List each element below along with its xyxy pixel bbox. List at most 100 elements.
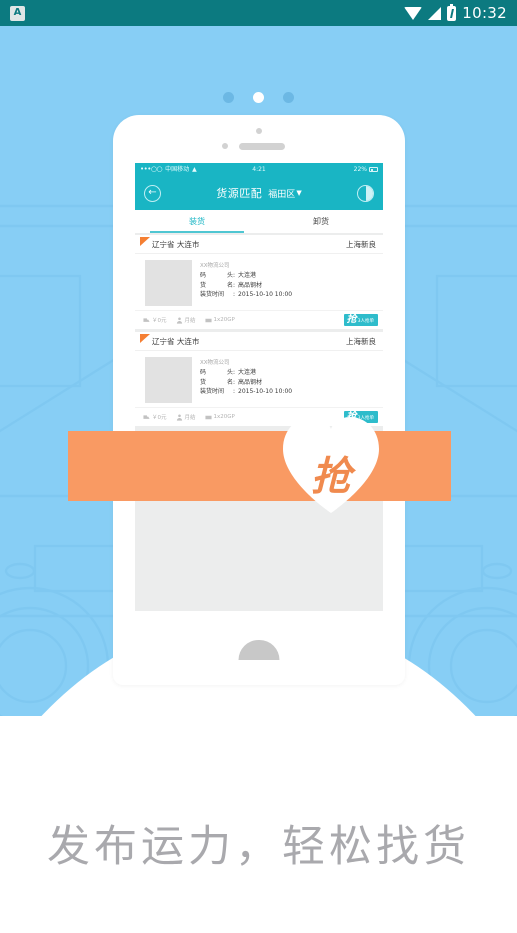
ios-status-bar: •••○○ 中国移动 ▲ 4:21 22% <box>135 163 383 176</box>
field-colon: : <box>233 369 236 376</box>
sensor-dot-icon <box>222 143 228 149</box>
onboarding-screen: A 10:32 •••○○ 中国移动 ▲ 4:21 22% ← 货源匹配 福田区… <box>0 0 517 933</box>
container-icon <box>204 318 212 322</box>
meta-container-text: 1x20GP <box>213 414 235 420</box>
field-port-value: 大连港 <box>238 369 257 376</box>
cargo-fields: XX物流公司 码 头 : 大连港 货 名: 高品钢材 装货时间: 2015-… <box>200 357 292 403</box>
field-port: 码 头 : 大连港 <box>200 272 292 279</box>
region-label: 福田区 <box>268 189 296 200</box>
promo-banner <box>68 431 451 501</box>
cargo-thumbnail <box>145 260 192 306</box>
field-goods-value: 高品钢材 <box>238 378 263 386</box>
corner-flag-icon <box>140 237 150 246</box>
page-dot-3[interactable] <box>283 92 294 103</box>
app-navbar: ← 货源匹配 福田区 ▼ <box>135 176 383 210</box>
page-indicator[interactable] <box>0 92 517 103</box>
grab-button-char: 抢 <box>346 314 357 325</box>
wifi-icon <box>404 6 423 20</box>
field-colon: : <box>233 281 236 289</box>
corner-flag-icon <box>140 334 150 343</box>
tab-unloading[interactable]: 卸货 <box>259 210 383 233</box>
phone-mockup: •••○○ 中国移动 ▲ 4:21 22% ← 货源匹配 福田区 ▼ 装货 卸货… <box>113 115 405 685</box>
meta-payment-text: 月结 <box>184 318 196 324</box>
ios-clock: 4:21 <box>252 165 266 173</box>
tagline: 发布运力，轻松找货 <box>47 822 470 872</box>
field-time: 装货时间 : 2015-10-10 10:00 <box>200 388 292 395</box>
back-arrow-icon[interactable]: ← <box>144 184 161 202</box>
page-title: 货源匹配 <box>216 187 263 200</box>
cargo-card-body: XX物流公司 码 头 : 大连港 货 名: 高品钢材 装货时间: 2015-… <box>135 351 383 407</box>
field-port-label-a: 码 <box>200 272 207 279</box>
tab-bar: 装货 卸货 <box>135 210 383 233</box>
meta-container: 1x20GP <box>204 317 235 324</box>
cargo-card[interactable]: 辽宁省 大连市 上海新良 XX物流公司 码 头 : 大连港 货 名: 高品钢材… <box>135 235 383 329</box>
route-origin: 辽宁省 大连市 <box>152 336 200 346</box>
route-origin: 辽宁省 大连市 <box>152 239 200 249</box>
field-goods: 货 名 : 高品钢材 <box>200 282 292 289</box>
status-bar-icons: 10:32 <box>404 3 507 22</box>
promo-heart: 抢 <box>279 413 383 517</box>
meta-price-text: ￥0元 <box>152 318 167 324</box>
field-colon: : <box>233 388 236 396</box>
cargo-card[interactable]: 辽宁省 大连市 上海新良 XX物流公司 码 头 : 大连港 货 名: 高品钢材… <box>135 332 383 426</box>
status-bar-clock: 10:32 <box>462 4 507 22</box>
field-goods: 货 名 : 高品钢材 <box>200 379 292 386</box>
grab-order-button[interactable]: 抢 3人抢单 <box>343 314 378 326</box>
chevron-down-icon: ▼ <box>296 189 302 197</box>
container-icon <box>204 415 212 419</box>
meta-price-text: ￥0元 <box>152 415 167 421</box>
grab-button-count: 3人抢单 <box>357 318 374 324</box>
field-goods-label-a: 货 <box>200 378 207 386</box>
cargo-card-body: XX物流公司 码 头 : 大连港 货 名: 高品钢材 装货时间: 2015-… <box>135 254 383 310</box>
field-goods-value: 高品钢材 <box>238 281 263 289</box>
field-port-label-a: 码 <box>200 369 207 376</box>
ios-battery-icon <box>369 167 378 172</box>
meta-payment: 月结 <box>176 413 196 421</box>
promo-heart-char: 抢 <box>311 454 351 500</box>
meta-payment-text: 月结 <box>184 415 196 421</box>
phone-screen: •••○○ 中国移动 ▲ 4:21 22% ← 货源匹配 福田区 ▼ 装货 卸货… <box>135 163 383 611</box>
field-port-label: 码 头 <box>200 369 233 376</box>
meta-container: 1x20GP <box>204 414 235 421</box>
field-port-value: 大连港 <box>238 272 257 279</box>
app-notification-icon: A <box>10 5 25 21</box>
field-time-value: 2015-10-10 10:00 <box>238 291 293 299</box>
field-goods-label: 货 名 <box>200 282 233 289</box>
field-goods-label: 货 名 <box>200 379 233 386</box>
truck-icon <box>143 317 150 322</box>
navbar-center: 货源匹配 福田区 ▼ <box>135 185 383 201</box>
meta-price: ￥0元 <box>143 413 167 421</box>
contrast-icon[interactable] <box>357 184 374 202</box>
region-selector[interactable]: 福田区 ▼ <box>268 187 301 200</box>
meta-payment: 月结 <box>176 316 196 324</box>
cargo-card-footer: ￥0元 月结 1x20GP 抢 3人抢单 <box>135 310 383 329</box>
cargo-card-route: 辽宁省 大连市 上海新良 <box>135 235 383 254</box>
page-dot-1[interactable] <box>223 92 234 103</box>
cargo-fields: XX物流公司 码 头 : 大连港 货 名: 高品钢材 装货时间: 2015-… <box>200 260 292 306</box>
field-port-label: 码 头 <box>200 272 233 279</box>
camera-dot-icon <box>256 128 262 134</box>
field-time-label: 装货时间 <box>200 388 225 396</box>
home-button-icon[interactable] <box>238 640 280 660</box>
company-name: XX物流公司 <box>200 263 230 269</box>
truck-icon <box>143 414 150 419</box>
field-time: 装货时间 : 2015-10-10 10:00 <box>200 291 292 298</box>
field-colon: : <box>233 378 236 386</box>
tab-loading[interactable]: 装货 <box>135 210 259 233</box>
speaker-grille-icon <box>239 143 285 150</box>
person-icon <box>176 316 182 324</box>
battery-icon <box>447 3 457 21</box>
phone-top-bezel <box>113 115 405 163</box>
android-status-bar: A 10:32 <box>0 0 517 26</box>
meta-container-text: 1x20GP <box>213 317 235 323</box>
field-port: 码 头 : 大连港 <box>200 369 292 376</box>
meta-price: ￥0元 <box>143 316 167 324</box>
cargo-card-route: 辽宁省 大连市 上海新良 <box>135 332 383 351</box>
field-time-label: 装货时间 <box>200 291 225 299</box>
route-destination: 上海新良 <box>346 239 376 249</box>
field-colon: : <box>233 291 236 299</box>
page-dot-2-active[interactable] <box>253 92 264 103</box>
person-icon <box>176 413 182 421</box>
cargo-thumbnail <box>145 357 192 403</box>
field-goods-label-a: 货 <box>200 281 207 289</box>
